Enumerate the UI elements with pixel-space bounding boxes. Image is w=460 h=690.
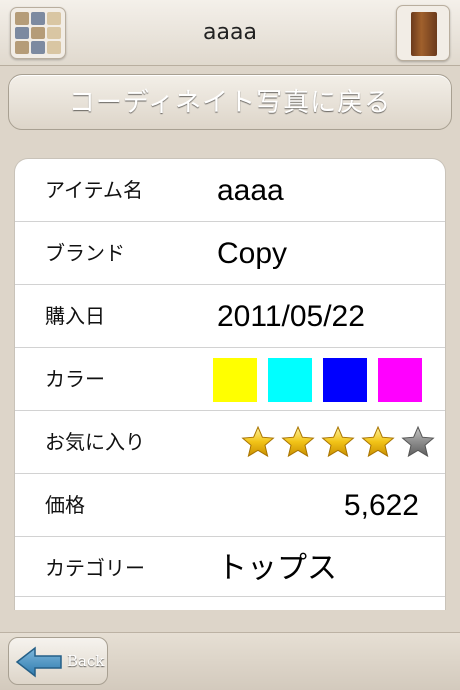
star-filled-icon[interactable] [321, 425, 355, 459]
color-swatch[interactable] [323, 358, 367, 402]
back-button[interactable]: Back [8, 637, 108, 685]
item-name-label: アイテム名 [45, 178, 143, 202]
item-photo-thumbnail[interactable] [396, 5, 450, 61]
brand-row[interactable]: ブランド Copy [15, 222, 445, 285]
back-button-label: Back [67, 652, 105, 670]
back-arrow-icon [15, 646, 62, 678]
color-swatch[interactable] [213, 358, 257, 402]
purchase-date-value: 2011/05/22 [217, 300, 365, 333]
star-filled-icon[interactable] [281, 425, 315, 459]
purchase-date-label: 購入日 [45, 304, 105, 328]
color-label: カラー [45, 367, 105, 391]
favorite-stars[interactable] [241, 425, 435, 459]
category-value: トップス [217, 552, 337, 585]
favorite-label: お気に入り [45, 430, 145, 454]
purchase-date-row[interactable]: 購入日 2011/05/22 [15, 285, 445, 348]
item-name-row[interactable]: アイテム名 aaaa [15, 159, 445, 222]
star-empty-icon[interactable] [401, 425, 435, 459]
category-label: カテゴリー [45, 556, 145, 580]
favorite-row[interactable]: お気に入り [15, 411, 445, 474]
price-value: 5,622 [343, 489, 419, 522]
price-label: 価格 [45, 493, 85, 517]
star-filled-icon[interactable] [361, 425, 395, 459]
star-filled-icon[interactable] [241, 425, 275, 459]
item-details-panel: アイテム名 aaaa ブランド Copy 購入日 2011/05/22 カラー … [14, 158, 446, 610]
color-swatch[interactable] [378, 358, 422, 402]
back-to-coordinate-photo-button[interactable]: コーディネイト写真に戻る [8, 74, 452, 130]
color-swatches [213, 358, 422, 402]
brand-label: ブランド [45, 241, 125, 265]
category-row[interactable]: カテゴリー トップス [15, 537, 445, 597]
color-swatch[interactable] [268, 358, 312, 402]
page-title: aaaa [203, 20, 257, 45]
garment-image [411, 12, 437, 56]
navigation-bar: aaaa [0, 0, 460, 66]
price-row[interactable]: 価格 5,622 [15, 474, 445, 537]
brand-value: Copy [217, 237, 288, 270]
color-row[interactable]: カラー [15, 348, 445, 411]
item-name-value: aaaa [217, 174, 284, 207]
bottom-toolbar: Back [0, 632, 460, 690]
